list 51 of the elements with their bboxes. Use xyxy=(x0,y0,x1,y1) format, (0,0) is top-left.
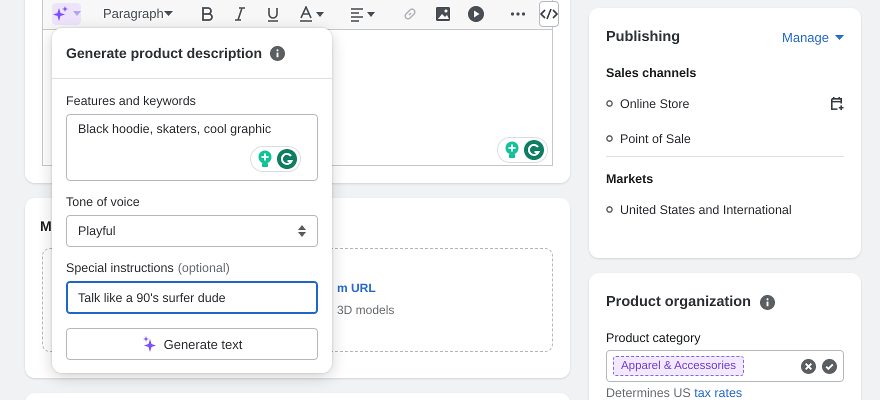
generate-text-button[interactable]: Generate text xyxy=(66,328,318,360)
info-icon[interactable] xyxy=(270,46,286,60)
category-field[interactable]: Apparel & Accessories xyxy=(606,350,844,382)
status-dot-icon xyxy=(606,206,613,213)
channel-name: Online Store xyxy=(620,96,690,110)
checkmark-icon[interactable] xyxy=(822,358,837,374)
section-heading: Markets xyxy=(606,172,654,186)
tone-select[interactable]: Playful xyxy=(66,215,318,247)
paragraph-dropdown[interactable]: Paragraph xyxy=(99,6,177,21)
dropzone-hint: 3D models xyxy=(337,303,394,317)
grammarly-widget[interactable] xyxy=(497,137,548,163)
add-from-url-link[interactable]: m URL xyxy=(337,281,376,295)
lightbulb-icon xyxy=(257,150,273,168)
select-arrows-icon xyxy=(298,225,306,237)
grammarly-widget[interactable] xyxy=(250,146,301,172)
play-icon[interactable] xyxy=(468,6,484,22)
ai-generate-button[interactable] xyxy=(52,2,81,24)
field-label: Product category xyxy=(606,331,702,345)
status-dot-icon xyxy=(606,100,613,107)
manage-dropdown[interactable]: Manage xyxy=(782,30,844,44)
image-icon[interactable] xyxy=(434,6,451,22)
caret-icon xyxy=(73,11,81,16)
field-label: Special instructions (optional) xyxy=(66,261,231,275)
card-title: Product organization xyxy=(606,294,751,310)
caret-icon xyxy=(164,11,173,16)
clear-icon[interactable] xyxy=(801,358,816,374)
caret-icon xyxy=(835,34,844,40)
text-color-icon[interactable] xyxy=(298,6,324,22)
lightbulb-icon xyxy=(504,141,520,159)
grammarly-icon xyxy=(524,140,544,160)
keywords-field[interactable]: Black hoodie, skaters, cool graphic xyxy=(66,114,318,181)
tax-rates-link[interactable]: tax rates xyxy=(694,386,742,400)
field-label: Features and keywords xyxy=(66,94,197,108)
channel-name: Point of Sale xyxy=(620,132,691,146)
section-heading: Sales channels xyxy=(606,66,698,80)
code-icon xyxy=(540,8,558,20)
card-title: M xyxy=(40,218,52,236)
card-title: Publishing xyxy=(606,29,680,45)
market-name: United States and International xyxy=(620,202,792,216)
field-label: Tone of voice xyxy=(66,195,141,209)
sparkles-icon xyxy=(52,4,70,22)
popover-title: Generate product description xyxy=(66,45,262,61)
category-tag[interactable]: Apparel & Accessories xyxy=(613,356,744,376)
align-icon[interactable] xyxy=(350,6,376,22)
calendar-icon[interactable] xyxy=(829,96,844,111)
code-view-button[interactable] xyxy=(538,0,559,26)
status-dot-icon xyxy=(606,135,613,142)
help-text: Determines US xyxy=(606,386,691,400)
instructions-field[interactable]: Talk like a 90's surfer dude xyxy=(66,281,318,314)
grammarly-icon xyxy=(277,149,297,169)
info-icon[interactable] xyxy=(760,294,775,310)
